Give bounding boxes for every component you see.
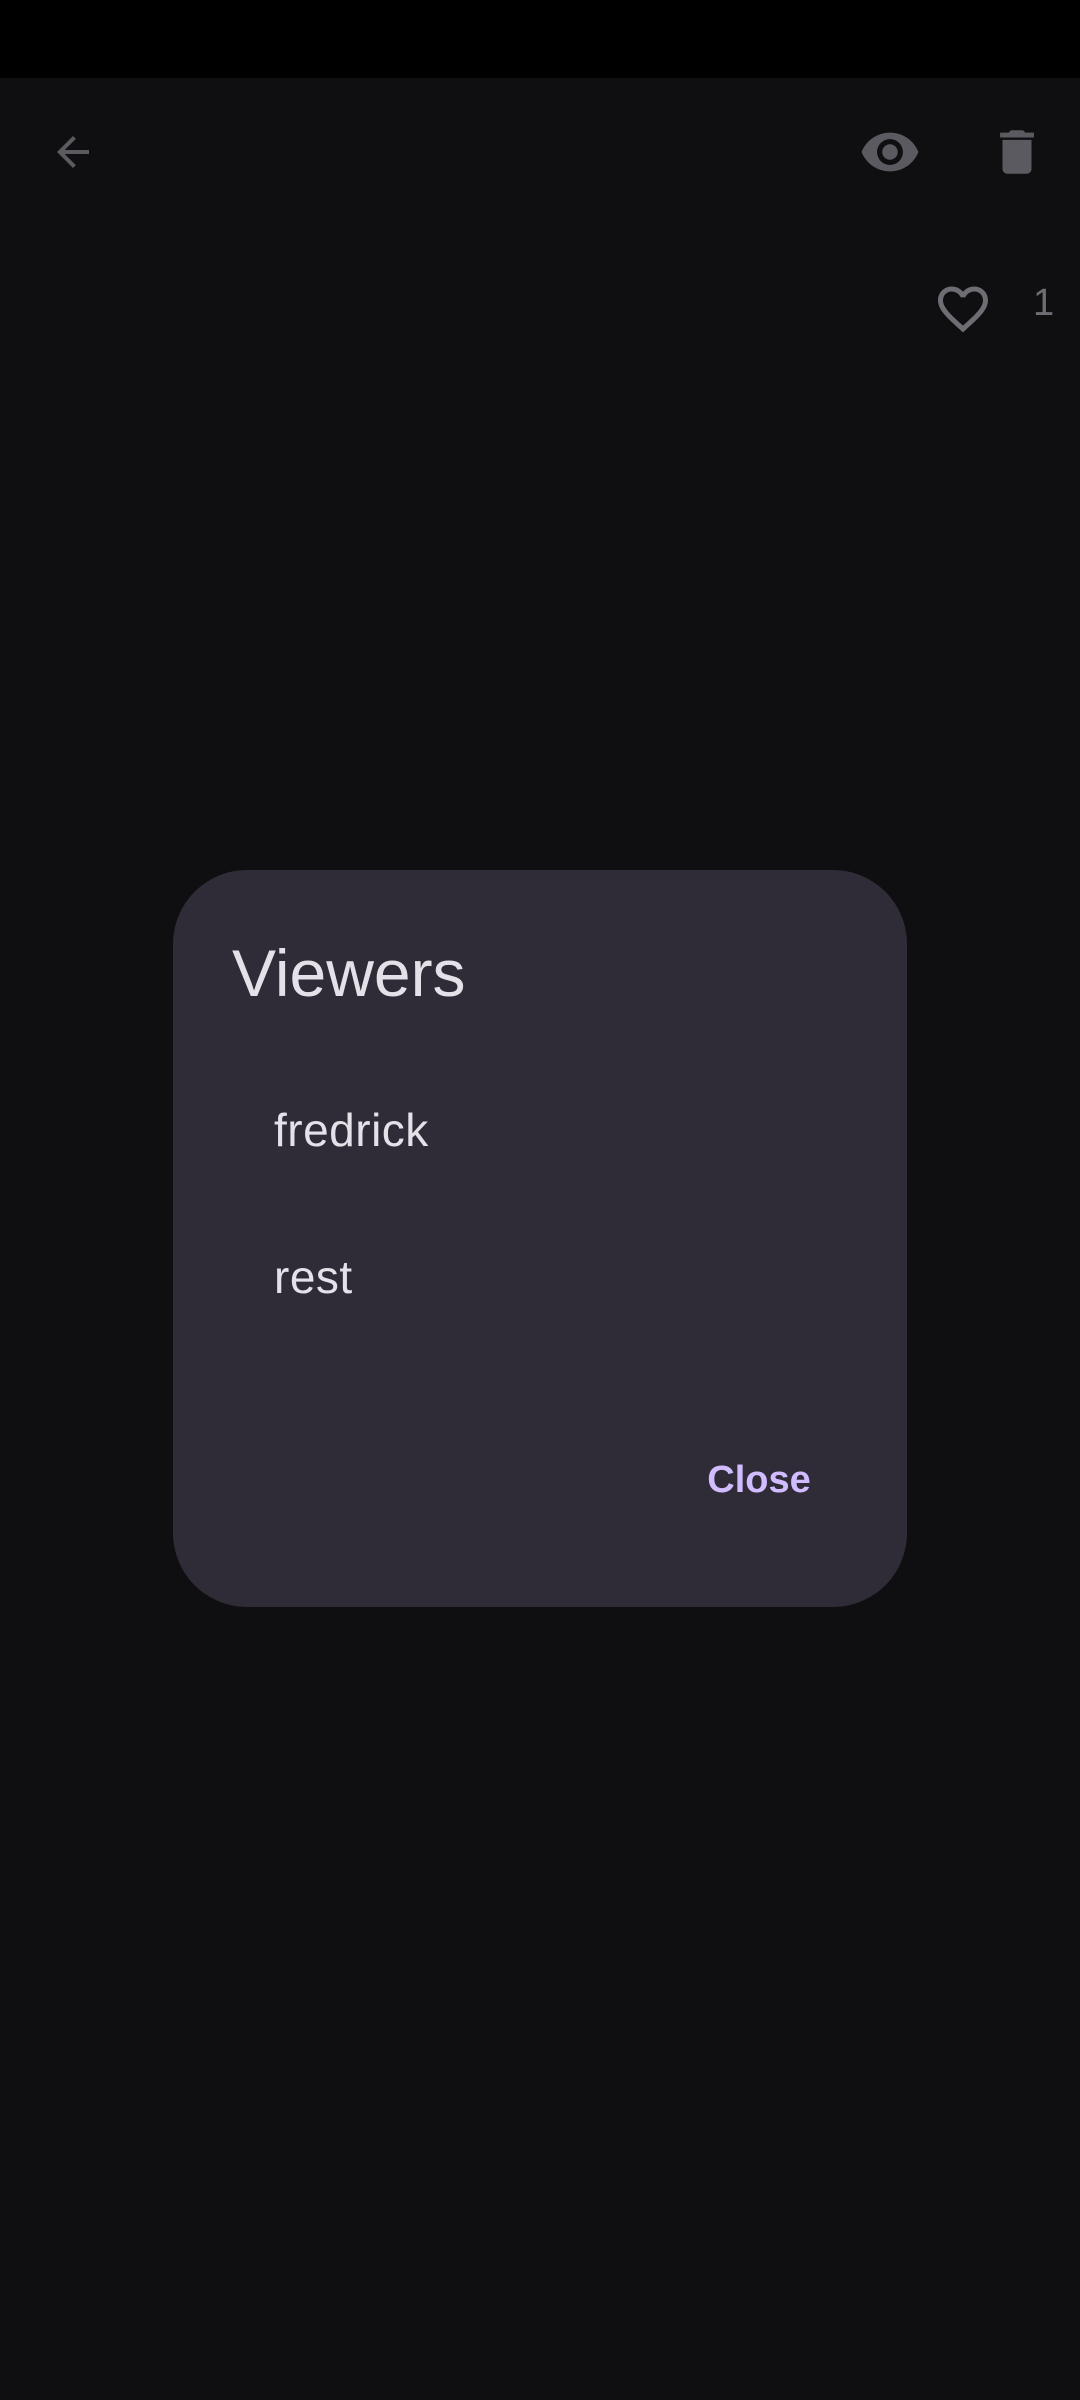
screen: 1 Viewers Close fredrick rest — [0, 0, 1080, 2400]
back-button[interactable] — [25, 104, 121, 200]
like-count: 1 — [1033, 282, 1055, 324]
eye-icon — [861, 132, 919, 172]
viewer-name: fredrick — [274, 1104, 429, 1156]
close-button[interactable]: Close — [684, 1435, 834, 1525]
viewers-button[interactable] — [842, 104, 938, 200]
heart-outline-icon — [938, 286, 988, 333]
status-bar — [0, 0, 1080, 78]
like-button[interactable] — [918, 262, 1008, 356]
viewer-name: rest — [274, 1251, 353, 1303]
viewer-list-item[interactable]: rest — [173, 1212, 907, 1342]
top-app-bar — [0, 78, 1080, 226]
delete-button[interactable] — [969, 104, 1065, 200]
likes-row: 1 — [918, 262, 1080, 356]
viewer-list-item[interactable]: fredrick — [173, 1065, 907, 1195]
trash-icon — [1000, 130, 1034, 174]
dialog-title: Viewers — [232, 936, 466, 1010]
arrow-back-icon — [57, 136, 89, 168]
